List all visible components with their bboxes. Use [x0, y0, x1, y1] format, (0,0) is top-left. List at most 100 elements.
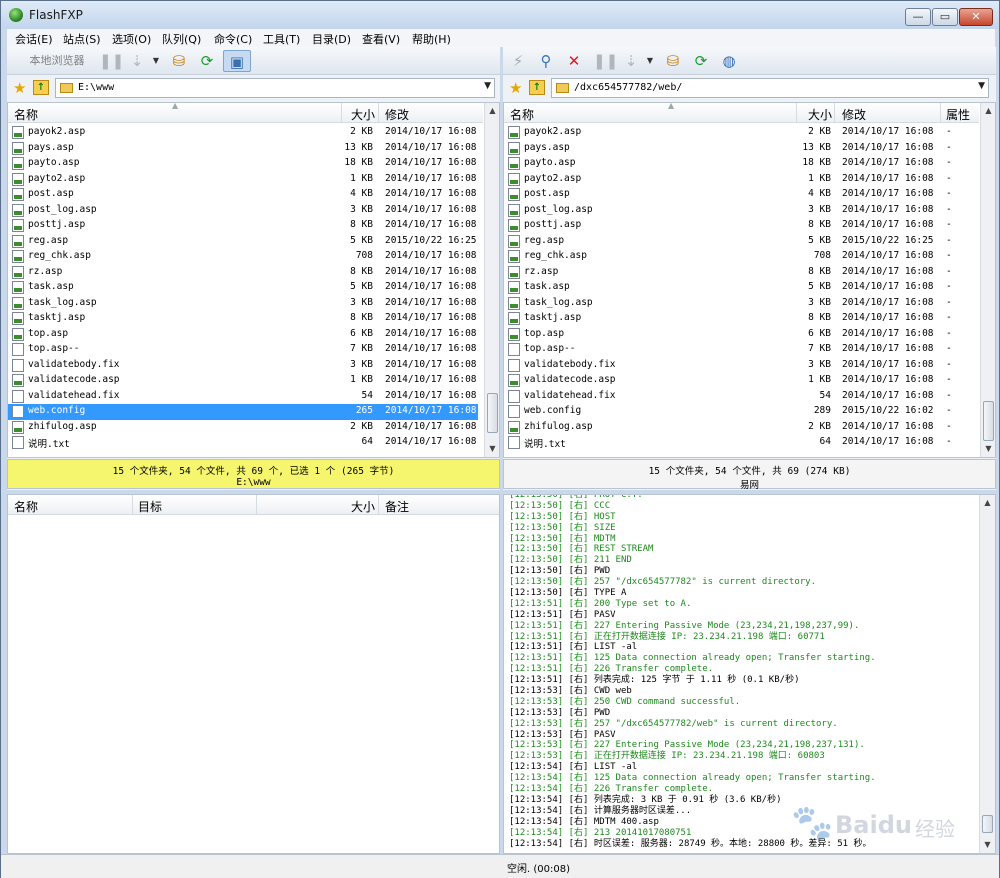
file-row[interactable]: validatebody.fix 3 KB 2014/10/17 16:08: [8, 358, 478, 374]
file-row[interactable]: task_log.asp 3 KB 2014/10/17 16:08: [8, 296, 478, 312]
file-row[interactable]: payto.asp 18 KB 2014/10/17 16:08 -: [504, 156, 974, 172]
menu-options[interactable]: 选项(O): [112, 31, 151, 47]
file-row[interactable]: rz.asp 8 KB 2014/10/17 16:08: [8, 265, 478, 281]
file-row[interactable]: pays.asp 13 KB 2014/10/17 16:08-: [504, 141, 974, 157]
queue-column-target[interactable]: 目标: [138, 498, 162, 515]
file-row[interactable]: 说明.txt 64 2014/10/17 16:08 -: [504, 435, 974, 451]
file-row[interactable]: post_log.asp 3 KB 2014/10/17 16:08-: [504, 203, 974, 219]
column-attributes[interactable]: 属性: [946, 106, 970, 123]
scroll-up-icon[interactable]: ▲: [980, 495, 995, 511]
file-row[interactable]: validatehead.fix 54 2014/10/17 16:08-: [504, 389, 974, 405]
chevron-down-icon[interactable]: ▼: [645, 50, 655, 72]
column-name[interactable]: 名称: [510, 106, 534, 123]
file-row[interactable]: post.asp 4 KB 2014/10/17 16:08: [8, 187, 478, 203]
refresh-icon[interactable]: ⟳: [689, 50, 713, 72]
file-row[interactable]: posttj.asp 8 KB 2014/10/17 16:08 -: [504, 218, 974, 234]
file-row[interactable]: pays.asp 13 KB 2014/10/17 16:08: [8, 141, 478, 157]
refresh-cache-icon[interactable]: ⛁: [661, 50, 685, 72]
minimize-button[interactable]: —: [905, 8, 931, 26]
file-row[interactable]: validatebody.fix 3 KB 2014/10/17 16:08-: [504, 358, 974, 374]
local-browser-button[interactable]: 本地浏览器: [11, 51, 103, 71]
parent-folder-icon[interactable]: ↑: [529, 80, 545, 95]
menu-sites[interactable]: 站点(S): [63, 31, 101, 47]
plug-icon[interactable]: ⚲: [535, 50, 557, 72]
pause-icon[interactable]: ❚❚: [99, 50, 124, 72]
chevron-down-icon[interactable]: ▼: [484, 81, 491, 91]
file-row[interactable]: validatehead.fix 54 2014/10/17 16:08: [8, 389, 478, 405]
menu-help[interactable]: 帮助(H): [412, 31, 451, 47]
file-row[interactable]: top.asp 6 KB 2014/10/17 16:08: [8, 327, 478, 343]
queue-column-name[interactable]: 名称: [14, 498, 38, 515]
globe-icon[interactable]: ◍: [717, 50, 741, 72]
refresh-cache-icon[interactable]: ⛁: [167, 50, 191, 72]
scroll-up-icon[interactable]: ▲: [981, 103, 995, 119]
file-row[interactable]: validatecode.asp 1 KB 2014/10/17 16:08 -: [504, 373, 974, 389]
menu-session[interactable]: 会话(E): [15, 31, 53, 47]
file-row[interactable]: tasktj.asp 8 KB 2014/10/17 16:08 -: [504, 311, 974, 327]
file-row[interactable]: top.asp-- 7 KB 2014/10/17 16:08: [8, 342, 478, 358]
close-button[interactable]: ✕: [959, 8, 993, 26]
file-row[interactable]: payto.asp 18 KB 2014/10/17 16:08: [8, 156, 478, 172]
favorites-star-icon[interactable]: ★: [13, 79, 26, 97]
file-row[interactable]: payok2.asp 2 KB 2014/10/17 16:08: [8, 125, 478, 141]
file-row[interactable]: top.asp 6 KB 2014/10/17 16:08-: [504, 327, 974, 343]
pause-icon[interactable]: ❚❚: [593, 50, 618, 72]
menu-commands[interactable]: 命令(C): [214, 31, 252, 47]
column-modified[interactable]: 修改: [385, 106, 409, 123]
file-row[interactable]: task.asp 5 KB 2014/10/17 16:08 -: [504, 280, 974, 296]
file-row[interactable]: reg.asp 5 KB 2015/10/22 16:25-: [504, 234, 974, 250]
parent-folder-icon[interactable]: ↑: [33, 80, 49, 95]
file-row[interactable]: web.config 289 2015/10/22 16:02 -: [504, 404, 974, 420]
transfer-icon[interactable]: ⇣: [619, 50, 643, 72]
file-row[interactable]: task_log.asp 3 KB 2014/10/17 16:08-: [504, 296, 974, 312]
file-row[interactable]: post.asp 4 KB 2014/10/17 16:08 -: [504, 187, 974, 203]
chevron-down-icon[interactable]: ▼: [978, 81, 985, 91]
remote-path-input[interactable]: /dxc654577782/web/ ▼: [551, 78, 989, 98]
file-row[interactable]: web.config 265 2014/10/17 16:08: [8, 404, 478, 420]
file-row[interactable]: post_log.asp 3 KB 2014/10/17 16:08: [8, 203, 478, 219]
transfer-icon[interactable]: ⇣: [125, 50, 149, 72]
file-row[interactable]: reg_chk.asp 708 2014/10/17 16:08: [8, 249, 478, 265]
file-row[interactable]: rz.asp 8 KB 2014/10/17 16:08-: [504, 265, 974, 281]
queue-column-size[interactable]: 大小: [351, 498, 375, 515]
local-path-input[interactable]: E:\www ▼: [55, 78, 495, 98]
file-row[interactable]: payto2.asp 1 KB 2014/10/17 16:08: [8, 172, 478, 188]
menu-tools[interactable]: 工具(T): [263, 31, 300, 47]
scroll-down-icon[interactable]: ▼: [485, 441, 499, 457]
menu-view[interactable]: 查看(V): [362, 31, 400, 47]
remote-scrollbar[interactable]: ▲ ▼: [980, 103, 995, 457]
queue-column-note[interactable]: 备注: [385, 498, 409, 515]
file-row[interactable]: payto2.asp 1 KB 2014/10/17 16:08-: [504, 172, 974, 188]
maximize-button[interactable]: ▭: [932, 8, 958, 26]
file-row[interactable]: validatecode.asp 1 KB 2014/10/17 16:08: [8, 373, 478, 389]
scroll-up-icon[interactable]: ▲: [485, 103, 499, 119]
file-row[interactable]: task.asp 5 KB 2014/10/17 16:08: [8, 280, 478, 296]
column-size[interactable]: 大小: [351, 106, 375, 123]
file-row[interactable]: zhifulog.asp 2 KB 2014/10/17 16:08: [8, 420, 478, 436]
disconnect-icon[interactable]: ✕: [563, 50, 585, 72]
menu-directory[interactable]: 目录(D): [312, 31, 351, 47]
scroll-thumb[interactable]: [487, 393, 498, 433]
log-scrollbar[interactable]: ▲ ▼: [979, 495, 995, 853]
file-row[interactable]: reg_chk.asp 708 2014/10/17 16:08 -: [504, 249, 974, 265]
local-scrollbar[interactable]: ▲ ▼: [484, 103, 499, 457]
refresh-icon[interactable]: ⟳: [195, 50, 219, 72]
scroll-thumb[interactable]: [982, 815, 993, 833]
file-row[interactable]: tasktj.asp 8 KB 2014/10/17 16:08: [8, 311, 478, 327]
column-size[interactable]: 大小: [808, 106, 832, 123]
chevron-down-icon[interactable]: ▼: [151, 50, 161, 72]
scroll-down-icon[interactable]: ▼: [980, 837, 995, 853]
file-row[interactable]: reg.asp 5 KB 2015/10/22 16:25: [8, 234, 478, 250]
file-row[interactable]: posttj.asp 8 KB 2014/10/17 16:08: [8, 218, 478, 234]
column-modified[interactable]: 修改: [842, 106, 866, 123]
column-name[interactable]: 名称: [14, 106, 38, 123]
connect-icon[interactable]: ⚡: [507, 50, 529, 72]
favorites-star-icon[interactable]: ★: [509, 79, 522, 97]
file-row[interactable]: zhifulog.asp 2 KB 2014/10/17 16:08-: [504, 420, 974, 436]
menu-queue[interactable]: 队列(Q): [162, 31, 201, 47]
file-row[interactable]: top.asp-- 7 KB 2014/10/17 16:08 -: [504, 342, 974, 358]
file-row[interactable]: payok2.asp 2 KB 2014/10/17 16:08 -: [504, 125, 974, 141]
scroll-thumb[interactable]: [983, 401, 994, 441]
scroll-down-icon[interactable]: ▼: [981, 441, 995, 457]
local-browse-icon[interactable]: ▣: [223, 50, 251, 72]
